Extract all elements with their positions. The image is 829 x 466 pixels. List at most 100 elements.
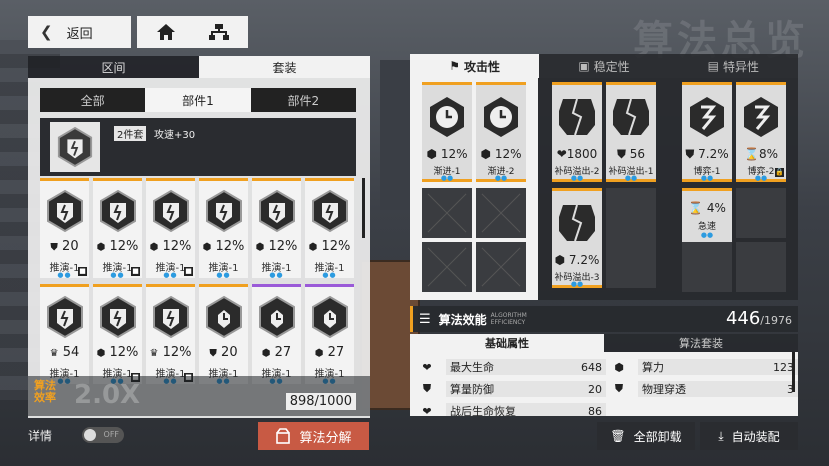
auto-equip-button[interactable]: ⤓ 自动装配 — [700, 422, 798, 450]
tab-offensive[interactable]: ⚑ 攻击性 — [410, 54, 540, 78]
chip-card[interactable]: ⬢ 12%推演-1●●■ — [93, 284, 142, 385]
slot-value-text: 8% — [758, 147, 778, 161]
shield-crack-icon — [153, 189, 189, 233]
shield-icon: ⛊ — [422, 382, 432, 395]
tab-stability-label: 稳定性 — [593, 59, 630, 74]
structure-button[interactable] — [190, 16, 248, 48]
chip-value-text: 27 — [274, 345, 292, 360]
slot-value-text: 56 — [629, 147, 646, 161]
attribute-list: ❤ 最大生命 648 ⬢ 算力 123 ⛊ 算量防御 20 ⛊ 物理穿透 3 ❤ 战后生… — [410, 352, 798, 416]
stat-icon: ⬢ — [96, 348, 106, 359]
chip-card[interactable]: ⛊ 20 推演-1 ●● ■ — [40, 178, 89, 279]
tab-base-attributes[interactable]: 基础属性 — [410, 334, 604, 352]
tab-stability[interactable]: ▣ 稳定性 — [539, 54, 669, 78]
tab-set[interactable]: 套装 — [199, 56, 370, 78]
tab-part-2[interactable]: 部件2 — [251, 88, 356, 112]
slot-value-text: 4% — [706, 201, 726, 215]
hex-stat-icon: ⬢ — [426, 147, 437, 161]
set-bonus-card[interactable]: 2件套 攻速+30 — [40, 118, 356, 176]
chip-card[interactable]: ♛ 54推演-1●● — [40, 284, 89, 385]
tab-special[interactable]: ▤ 特异性 — [668, 54, 798, 78]
decompose-button[interactable]: 算法分解 — [258, 422, 369, 450]
attr-label: 算量防御 — [450, 383, 494, 396]
shield-bolt-icon — [690, 97, 724, 137]
chip-value-text: 12% — [321, 239, 351, 254]
empty-slot[interactable] — [476, 188, 526, 238]
slot-special-3[interactable]: ⌛ 4% 急速 ●● — [682, 188, 732, 242]
shield-crack-icon — [312, 189, 348, 233]
cracked-shield-icon — [559, 204, 595, 242]
lock-icon: ■ — [131, 267, 140, 276]
chip-card[interactable]: ⬢ 12% 推演-1 ●● — [305, 178, 354, 279]
tab-part-1[interactable]: 部件1 — [145, 88, 251, 112]
tab-all[interactable]: 全部 — [40, 88, 145, 112]
slot-offensive-1[interactable]: ⬢ 12% 渐进-1 ●● — [422, 82, 472, 182]
shield-bolt-icon — [744, 97, 778, 137]
empty-dark-slot[interactable] — [606, 188, 656, 288]
chip-rank-dots: ●● — [322, 271, 337, 279]
empty-dark-slot[interactable] — [736, 242, 786, 292]
capacity-value: 898/1000 — [285, 393, 356, 410]
back-button[interactable]: ❮ 返回 — [28, 16, 131, 48]
category-tabs: ⚑ 攻击性 ▣ 稳定性 ▤ 特异性 — [410, 54, 798, 78]
flag-icon: ⚑ — [449, 59, 461, 73]
chip-card[interactable]: ⬢ 12%推演-1●●■ — [146, 178, 195, 279]
chip-card[interactable]: ⬢ 12% 推演-1 ●● — [252, 178, 301, 279]
slot-value: ⌛8% — [736, 147, 786, 161]
attribute-scrollbar[interactable] — [792, 352, 795, 392]
hex-bolt-icon: ⬢ — [614, 360, 624, 374]
unload-all-button[interactable]: 🗑 全部卸载 — [597, 422, 695, 450]
slot-value-text: 7.2% — [568, 253, 600, 267]
lock-icon: 🔒 — [775, 168, 784, 177]
layers-icon: ☰ — [419, 311, 431, 327]
attr-label: 算力 — [642, 361, 664, 374]
slot-special-2[interactable]: ⌛8% 博弈-2 ●● 🔒 — [736, 82, 786, 182]
slot-offensive-2[interactable]: ⬢ 12% 渐进-2 ●● — [476, 82, 526, 182]
shield-crack-icon — [206, 189, 242, 233]
slot-stability-2[interactable]: ⛊ 56 补码溢出-1 ●● — [606, 82, 656, 182]
empty-dark-slot[interactable] — [736, 188, 786, 238]
tab-special-label: 特异性 — [722, 59, 759, 74]
chip-value-text: 20 — [62, 239, 79, 254]
empty-slot[interactable] — [476, 242, 526, 292]
shield-clock-icon — [259, 295, 295, 339]
chip-card[interactable]: ⬢ 27推演-1●● — [305, 284, 354, 385]
slot-value-text: 12% — [440, 147, 468, 161]
details-toggle[interactable]: OFF — [82, 427, 125, 443]
slot-rank-dots: ●● — [700, 231, 714, 239]
slot-stability-3[interactable]: ⬢ 7.2% 补码溢出-3 ●● — [552, 188, 602, 288]
chip-card[interactable]: ⬢ 12% 推演-1 ●● — [199, 178, 248, 279]
hourglass-stat-icon: ⌛ — [688, 201, 704, 215]
efficiency-title: 算法效能 — [438, 312, 487, 327]
tab-interval[interactable]: 区间 — [28, 56, 199, 78]
chip-card[interactable]: ⛊ 20推演-1●● — [199, 284, 248, 385]
slot-stability-1[interactable]: ❤1800 补码溢出-2 ●● — [552, 82, 602, 182]
chip-card[interactable]: ⬢ 27推演-1●● — [252, 284, 301, 385]
special-slot-group: ⛊ 7.2% 博弈-1 ●● ⌛8% 博弈-2 ●● 🔒 ⌛ 4% 急速 ●● — [680, 78, 796, 300]
attr-box: 物理穿透 3 — [638, 381, 798, 397]
efficiency-current: 446 — [725, 308, 761, 329]
empty-dark-slot[interactable] — [682, 242, 732, 292]
empty-slot[interactable] — [422, 242, 472, 292]
tab-offensive-label: 攻击性 — [464, 59, 501, 74]
chip-card[interactable]: ⬢ 12%推演-1●●■ — [93, 178, 142, 279]
home-button[interactable] — [137, 16, 195, 48]
efficiency-max: /1976 — [760, 314, 792, 327]
hex-stat-icon: ⬢ — [480, 147, 491, 161]
scrollbar[interactable] — [362, 178, 365, 238]
chip-value: ♛ 54 — [40, 345, 89, 360]
slot-special-1[interactable]: ⛊ 7.2% 博弈-1 ●● — [682, 82, 732, 182]
stat-icon: ⬢ — [149, 242, 159, 253]
slot-rank-dots: ●● — [570, 280, 584, 288]
algorithm-efficiency-header: ☰ 算法效能 ALGORITHM EFFICIENCY 446/1976 — [410, 306, 798, 332]
tab-algorithm-set[interactable]: 算法套装 — [604, 334, 798, 352]
attr-label: 最大生命 — [450, 361, 494, 374]
chip-card[interactable]: ♛ 12%推演-1●●■ — [146, 284, 195, 385]
chip-value-text: 12% — [109, 239, 139, 254]
stat-icon: ⬢ — [96, 242, 106, 253]
lock-icon: ■ — [78, 267, 87, 276]
heart-icon: ❤ — [422, 360, 432, 374]
empty-slot[interactable] — [422, 188, 472, 238]
slot-value: ❤1800 — [552, 147, 602, 161]
slot-rank-dots: ●● — [624, 174, 638, 182]
